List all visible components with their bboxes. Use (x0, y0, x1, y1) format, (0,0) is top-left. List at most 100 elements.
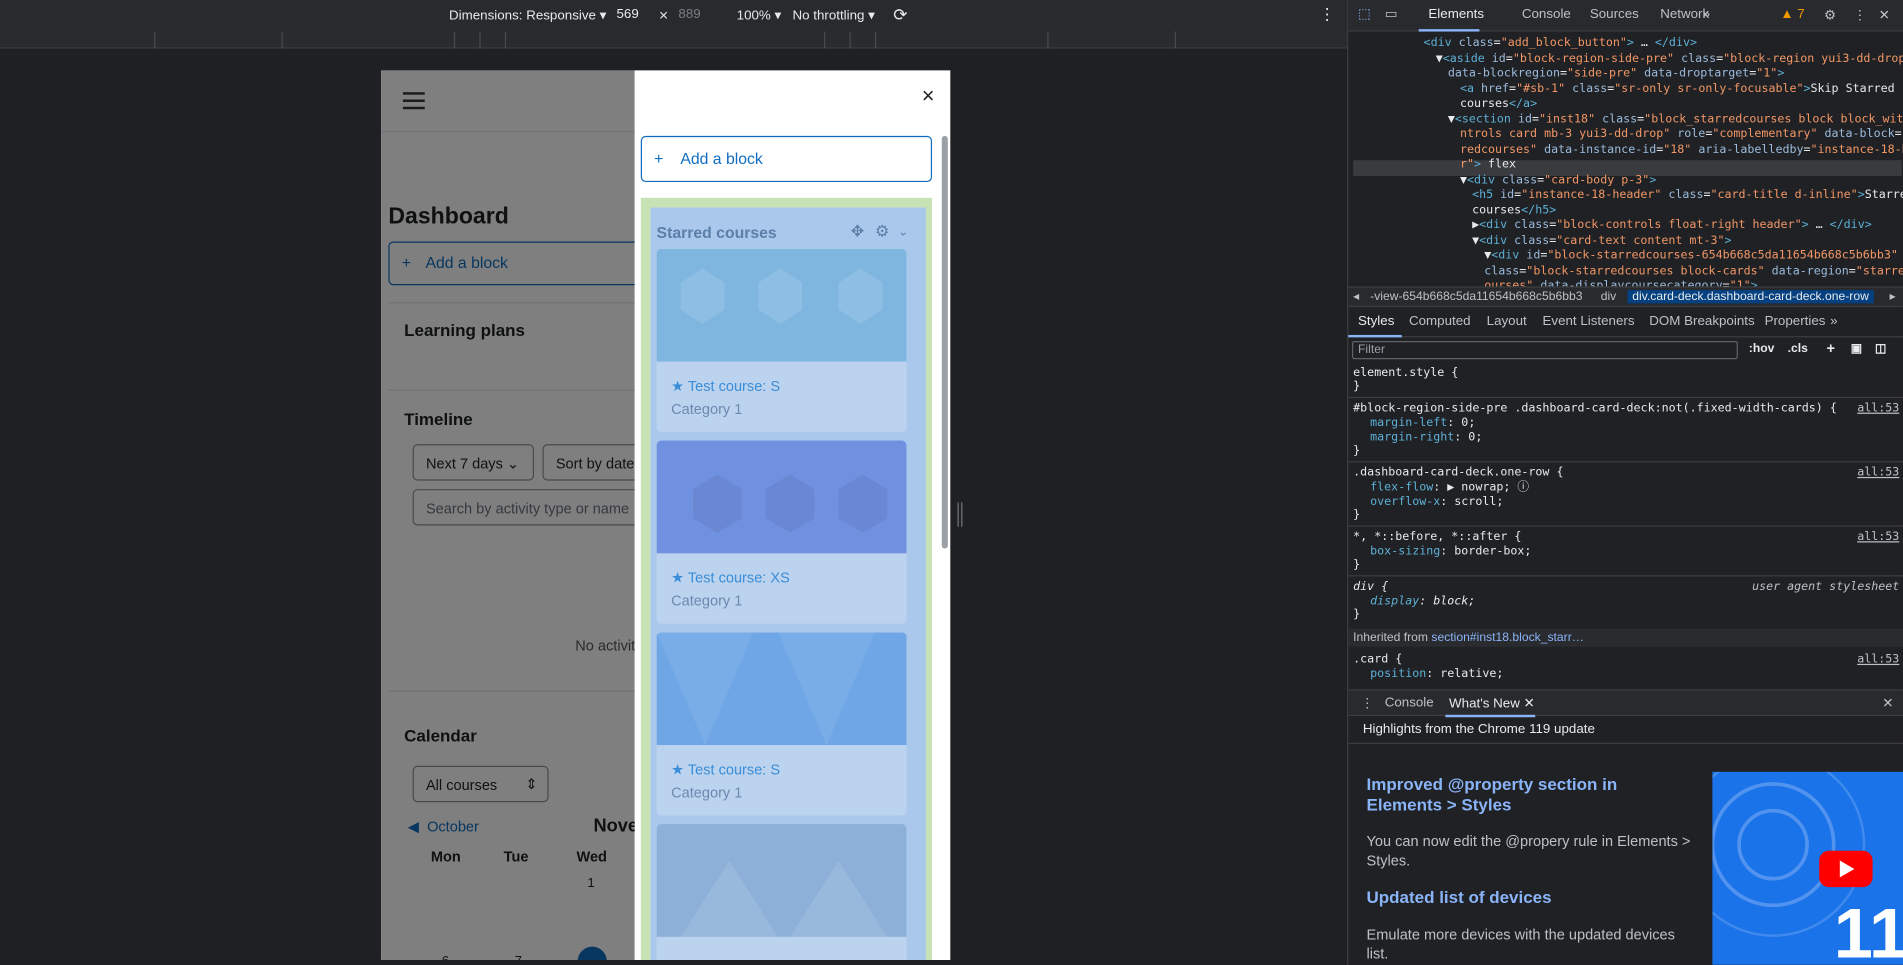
hov-toggle[interactable]: :hov (1749, 342, 1775, 355)
throttle-dropdown[interactable]: No throttling ▾ (792, 7, 874, 23)
tab-console[interactable]: Console (1522, 7, 1571, 22)
drawer-add-block-button[interactable]: + Add a block (640, 135, 933, 183)
dom-node-line[interactable]: ntrols card mb-3 yui3-dd-drop" role="com… (1460, 127, 1903, 142)
chrome-update-video-thumbnail[interactable]: 11 (1712, 771, 1903, 965)
dom-node-line[interactable]: redcourses" data-instance-id="18" aria-l… (1460, 143, 1903, 158)
subtab-computed[interactable]: Computed (1409, 314, 1471, 329)
settings-gear-icon[interactable]: ⚙ (1824, 7, 1836, 23)
rule-source-link[interactable]: all:53 (1857, 530, 1899, 544)
course-category: Category 1 (671, 592, 743, 610)
device-toggle-icon[interactable]: ▭ (1385, 6, 1398, 22)
cls-toggle[interactable]: .cls (1788, 342, 1808, 355)
gear-icon[interactable]: ⚙ (875, 222, 889, 241)
course-link[interactable]: ★ Test course: S (671, 761, 780, 778)
dom-node-line[interactable]: courses</h5> (1472, 203, 1903, 218)
css-property[interactable]: flex-flow: ▶ nowrap; ⓘ (1370, 481, 1529, 495)
css-property[interactable]: margin-left: 0; (1370, 416, 1475, 430)
dom-node-line[interactable]: class="block-starredcourses block-cards"… (1484, 264, 1903, 279)
star-icon: ★ (671, 569, 685, 587)
inspect-icon[interactable]: ⬚ (1358, 6, 1371, 22)
more-tabs-icon[interactable]: » (1703, 7, 1710, 22)
star-icon: ★ (671, 377, 685, 395)
drawer-backdrop[interactable] (381, 70, 635, 960)
rule-selector[interactable]: *, *::before, *::after { (1353, 530, 1521, 544)
styles-filter-row: Filter :hov .cls + ▣ ◫ (1348, 337, 1903, 364)
rule-source-link[interactable]: all:53 (1857, 466, 1899, 480)
drawer-menu-icon[interactable]: ⋮ (1360, 695, 1373, 712)
breadcrumb-item[interactable]: div (1601, 290, 1617, 303)
drawer-tab-console[interactable]: Console (1385, 695, 1434, 710)
rule-selector[interactable]: .card { (1353, 653, 1402, 667)
dom-node-line[interactable]: data-blockregion="side-pre" data-droptar… (1448, 67, 1903, 82)
rule-selector[interactable]: #block-region-side-pre .dashboard-card-d… (1353, 402, 1837, 416)
move-icon[interactable]: ✥ (851, 222, 864, 241)
dom-node-line[interactable]: ▼<section id="inst18" class="block_starr… (1448, 112, 1903, 127)
breadcrumb-item[interactable]: -view-654b668c5da11654b668c5b6bb3 (1370, 290, 1582, 303)
course-link[interactable]: ★ Test course: XS (671, 569, 790, 586)
rule-selector[interactable]: element.style { (1353, 367, 1458, 381)
height-input[interactable]: 889 (678, 7, 700, 22)
new-rule-icon[interactable]: + (1826, 340, 1835, 357)
dom-node-line[interactable]: ▶<div class="block-controls float-right … (1472, 218, 1903, 233)
youtube-play-icon[interactable] (1819, 850, 1873, 888)
course-card[interactable] (656, 824, 907, 960)
course-link[interactable]: ★ Test course: S (671, 377, 780, 394)
dom-node-line[interactable]: ▼<div class="card-text content mt-3"> (1472, 234, 1903, 249)
close-drawer-button[interactable]: × (922, 85, 935, 107)
rule-selector[interactable]: .dashboard-card-deck.one-row { (1353, 466, 1563, 480)
course-card[interactable]: ★ Test course: XS Category 1 (656, 440, 907, 624)
whats-new-link[interactable]: Updated list of devices (1367, 887, 1695, 908)
block-drawer: × + Add a block Starred courses ✥ ⚙ ⌄ ★ … (634, 70, 951, 960)
close-drawer-icon[interactable]: ✕ (1882, 695, 1893, 712)
dimensions-dropdown[interactable]: Dimensions: Responsive ▾ (449, 7, 606, 23)
close-devtools-icon[interactable]: ✕ (1879, 7, 1890, 23)
breadcrumb-forward-icon[interactable]: ▸ (1890, 290, 1896, 303)
css-property[interactable]: box-sizing: border-box; (1370, 545, 1531, 559)
rule-close: } (1353, 379, 1361, 394)
subtab-dom-breakpoints[interactable]: DOM Breakpoints (1649, 314, 1754, 329)
inherited-source-link[interactable]: section#inst18.block_starr… (1431, 631, 1583, 644)
subtab-properties[interactable]: Properties (1765, 314, 1826, 329)
drawer-scrollbar[interactable] (941, 135, 948, 549)
course-image (656, 248, 907, 362)
paint-icon[interactable]: ▣ (1851, 342, 1862, 355)
more-subtabs-icon[interactable]: » (1830, 314, 1837, 329)
zoom-dropdown[interactable]: 100% ▾ (737, 7, 782, 23)
styles-pane[interactable]: element.style { } #block-region-side-pre… (1348, 364, 1903, 686)
dom-tree[interactable]: <div class="add_block_button"> … </div> ▼… (1348, 32, 1903, 292)
dom-node-line[interactable]: courses</a> (1460, 97, 1903, 112)
sidebar-toggle-icon[interactable]: ◫ (1875, 342, 1886, 355)
dom-node-line[interactable]: ▼<aside id="block-region-side-pre" class… (1436, 52, 1903, 67)
subtab-event-listeners[interactable]: Event Listeners (1542, 314, 1634, 329)
subtab-styles[interactable]: Styles (1358, 314, 1394, 329)
tab-elements[interactable]: Elements (1428, 7, 1484, 22)
course-card[interactable]: ★ Test course: S Category 1 (656, 248, 907, 433)
dom-node-line[interactable]: r"> flex (1460, 158, 1903, 173)
chevron-down-icon[interactable]: ⌄ (898, 226, 908, 239)
devtools-menu-icon[interactable]: ⋮ (1853, 7, 1866, 23)
issues-badge[interactable]: ▲ 7 (1780, 7, 1804, 22)
viewport-resize-handle[interactable] (957, 502, 963, 527)
rule-source-link[interactable]: all:53 (1857, 653, 1899, 667)
dom-node-line[interactable]: <a href="#sb-1" class="sr-only sr-only-f… (1460, 82, 1903, 97)
breadcrumb-back-icon[interactable]: ◂ (1353, 290, 1359, 303)
width-input[interactable]: 569 (617, 7, 639, 22)
drawer-tab-whats-new[interactable]: What's New ✕ (1449, 695, 1535, 712)
css-property[interactable]: margin-right: 0; (1370, 431, 1482, 445)
css-property[interactable]: position: relative; (1370, 667, 1503, 681)
tab-sources[interactable]: Sources (1590, 7, 1639, 22)
styles-filter-input[interactable]: Filter (1351, 341, 1738, 360)
rule-source-link[interactable]: all:53 (1857, 402, 1899, 416)
dom-node-line[interactable]: <h5 id="instance-18-header" class="card-… (1472, 188, 1903, 203)
rotate-icon[interactable]: ⟳ (893, 5, 907, 26)
dom-node-line[interactable]: ▼<div id="block-starredcourses-654b668c5… (1484, 249, 1903, 264)
course-card[interactable]: ★ Test course: S Category 1 (656, 632, 907, 816)
rule-selector[interactable]: div { (1353, 580, 1388, 594)
css-property[interactable]: overflow-x: scroll; (1370, 495, 1503, 509)
subtab-layout[interactable]: Layout (1487, 314, 1527, 329)
breadcrumb-current[interactable]: div.card-deck.dashboard-card-deck.one-ro… (1627, 290, 1874, 304)
whats-new-link[interactable]: Improved @property section in Elements >… (1367, 774, 1695, 815)
more-options-icon[interactable]: ⋮ (1319, 5, 1335, 24)
dom-node-line[interactable]: <div class="add_block_button"> … </div> (1424, 36, 1903, 51)
dom-node-line[interactable]: ▼<div class="card-body p-3"> (1460, 173, 1903, 188)
